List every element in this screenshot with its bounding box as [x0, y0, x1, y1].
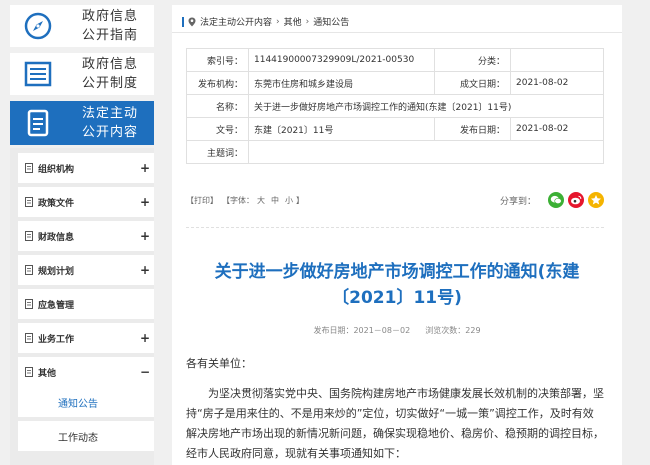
document-icon [10, 102, 66, 144]
document-number-value: 东建〔2021〕11号 [248, 117, 435, 141]
expand-icon[interactable]: + [136, 331, 154, 345]
breadcrumb-accent-bar [182, 16, 184, 27]
category-business[interactable]: 业务工作 + [18, 323, 154, 353]
nav-guide-line1: 政府信息 [81, 9, 138, 24]
meta-row: 文号： 东建〔2021〕11号 发布日期： 2021-08-02 [186, 117, 604, 141]
location-pin-icon [188, 17, 196, 27]
category-label: 财政信息 [38, 232, 75, 243]
font-medium-link[interactable]: 中 [271, 195, 279, 206]
doc-small-icon [24, 265, 34, 275]
category-policy-documents[interactable]: 政策文件 + [18, 187, 154, 217]
breadcrumb-item-other[interactable]: 其他 [284, 15, 302, 28]
document-meta-table: 索引号： 11441900007329909L/2021-00530 分类： 发… [186, 48, 604, 164]
category-emergency[interactable]: 应急管理 [18, 289, 154, 319]
article-view-count: 浏览次数：229 [425, 326, 481, 335]
category-other[interactable]: 其他 − [18, 357, 154, 387]
weibo-icon[interactable] [568, 192, 584, 208]
publisher-label: 发布机构： [186, 71, 249, 95]
toolbar-divider [186, 227, 604, 228]
font-size-label: 【字体： [222, 195, 254, 205]
nav-system-line2: 公开制度 [81, 76, 138, 91]
breadcrumb-separator: › [305, 16, 310, 27]
subitem-notices[interactable]: 通知公告 [18, 387, 154, 417]
document-number-label: 文号： [186, 117, 249, 141]
nav-system[interactable]: 政府信息 公开制度 [10, 53, 154, 95]
meta-row: 发布机构： 东莞市住房和城乡建设局 成文日期： 2021-08-02 [186, 71, 604, 95]
category-value [510, 48, 604, 72]
breadcrumb-item-notices[interactable]: 通知公告 [313, 15, 349, 28]
nav-statutory-line1: 法定主动 [81, 106, 138, 121]
name-label: 名称： [186, 94, 249, 118]
keywords-label: 主题词： [186, 140, 249, 164]
font-large-link[interactable]: 大 [257, 195, 265, 206]
created-date-label: 成文日期： [434, 71, 511, 95]
breadcrumb: 法定主动公开内容 › 其他 › 通知公告 [172, 11, 622, 33]
nav-statutory-content[interactable]: 法定主动 公开内容 [10, 101, 154, 145]
publisher-value: 东莞市住房和城乡建设局 [248, 71, 435, 95]
category-organization[interactable]: 组织机构 + [18, 153, 154, 183]
name-value: 关于进一步做好房地产市场调控工作的通知(东建〔2021〕11号) [248, 94, 604, 118]
meta-row: 名称： 关于进一步做好房地产市场调控工作的通知(东建〔2021〕11号) [186, 94, 604, 118]
doc-small-icon [24, 163, 34, 173]
meta-row: 主题词： [186, 140, 604, 164]
print-link[interactable]: 【打印】 [186, 195, 218, 206]
expand-icon[interactable]: + [136, 195, 154, 209]
category-label: 组织机构 [38, 164, 75, 175]
nav-guide[interactable]: 政府信息 公开指南 [10, 5, 154, 47]
sidebar: 政府信息 公开指南 政府信息 公开制度 法定主动 公开内容 组织机构 + 政策文… [0, 0, 160, 465]
doc-small-icon [24, 299, 34, 309]
category-panel: 组织机构 + 政策文件 + 财政信息 + 规划计划 + 应急管理 业务工作 + … [10, 148, 154, 465]
category-label: 分类： [434, 48, 511, 72]
article-pub-info: 发布日期：2021－08－02 浏览次数：229 [172, 325, 622, 336]
article-salutation: 各有关单位： [186, 357, 252, 370]
document-list-icon [10, 53, 66, 95]
meta-row: 索引号： 11441900007329909L/2021-00530 分类： [186, 48, 604, 72]
category-planning[interactable]: 规划计划 + [18, 255, 154, 285]
nav-statutory-line2: 公开内容 [81, 125, 138, 140]
category-label: 其他 [38, 368, 57, 379]
doc-small-icon [24, 231, 34, 241]
compass-icon [10, 5, 66, 47]
article-pub-date: 发布日期：2021－08－02 [313, 326, 411, 335]
font-size-bracket: 】 [296, 195, 304, 205]
nav-system-line1: 政府信息 [81, 57, 138, 72]
index-value: 11441900007329909L/2021-00530 [248, 48, 435, 72]
category-label: 应急管理 [38, 300, 75, 311]
collapse-icon[interactable]: − [136, 365, 154, 379]
doc-small-icon [24, 333, 34, 343]
wechat-icon[interactable] [548, 192, 564, 208]
article-title: 关于进一步做好房地产市场调控工作的通知(东建〔2021〕11号) [214, 262, 580, 308]
expand-icon[interactable]: + [136, 229, 154, 243]
doc-small-icon [24, 367, 34, 377]
content-panel: 法定主动公开内容 › 其他 › 通知公告 索引号： 11441900007329… [172, 5, 622, 465]
category-label: 业务工作 [38, 334, 75, 345]
expand-icon[interactable]: + [136, 263, 154, 277]
font-small-link[interactable]: 小 [285, 195, 293, 206]
article-paragraph: 为坚决贯彻落实党中央、国务院构建房地产市场健康发展长效机制的决策部署，坚持“房子… [186, 387, 604, 460]
category-finance[interactable]: 财政信息 + [18, 221, 154, 251]
category-label: 规划计划 [38, 266, 75, 277]
nav-guide-line2: 公开指南 [81, 28, 138, 43]
publish-date-label: 发布日期： [434, 117, 511, 141]
doc-small-icon [24, 197, 34, 207]
article-body: 各有关单位： 为坚决贯彻落实党中央、国务院构建房地产市场健康发展长效机制的决策部… [186, 354, 604, 464]
publish-date-value: 2021-08-02 [510, 117, 604, 141]
expand-icon[interactable]: + [136, 161, 154, 175]
breadcrumb-item-statutory[interactable]: 法定主动公开内容 [200, 15, 272, 28]
qzone-icon[interactable] [588, 192, 604, 208]
breadcrumb-separator: › [276, 16, 280, 27]
category-label: 政策文件 [38, 198, 75, 209]
share-bar: 分享到： [500, 192, 604, 208]
created-date-value: 2021-08-02 [510, 71, 604, 95]
index-label: 索引号： [186, 48, 249, 72]
subitem-work-news[interactable]: 工作动态 [18, 421, 154, 451]
share-label: 分享到： [499, 196, 536, 207]
keywords-value [248, 140, 604, 164]
article-toolbar: 【打印】 【字体： 大 中 小 】 分享到： [186, 188, 604, 212]
